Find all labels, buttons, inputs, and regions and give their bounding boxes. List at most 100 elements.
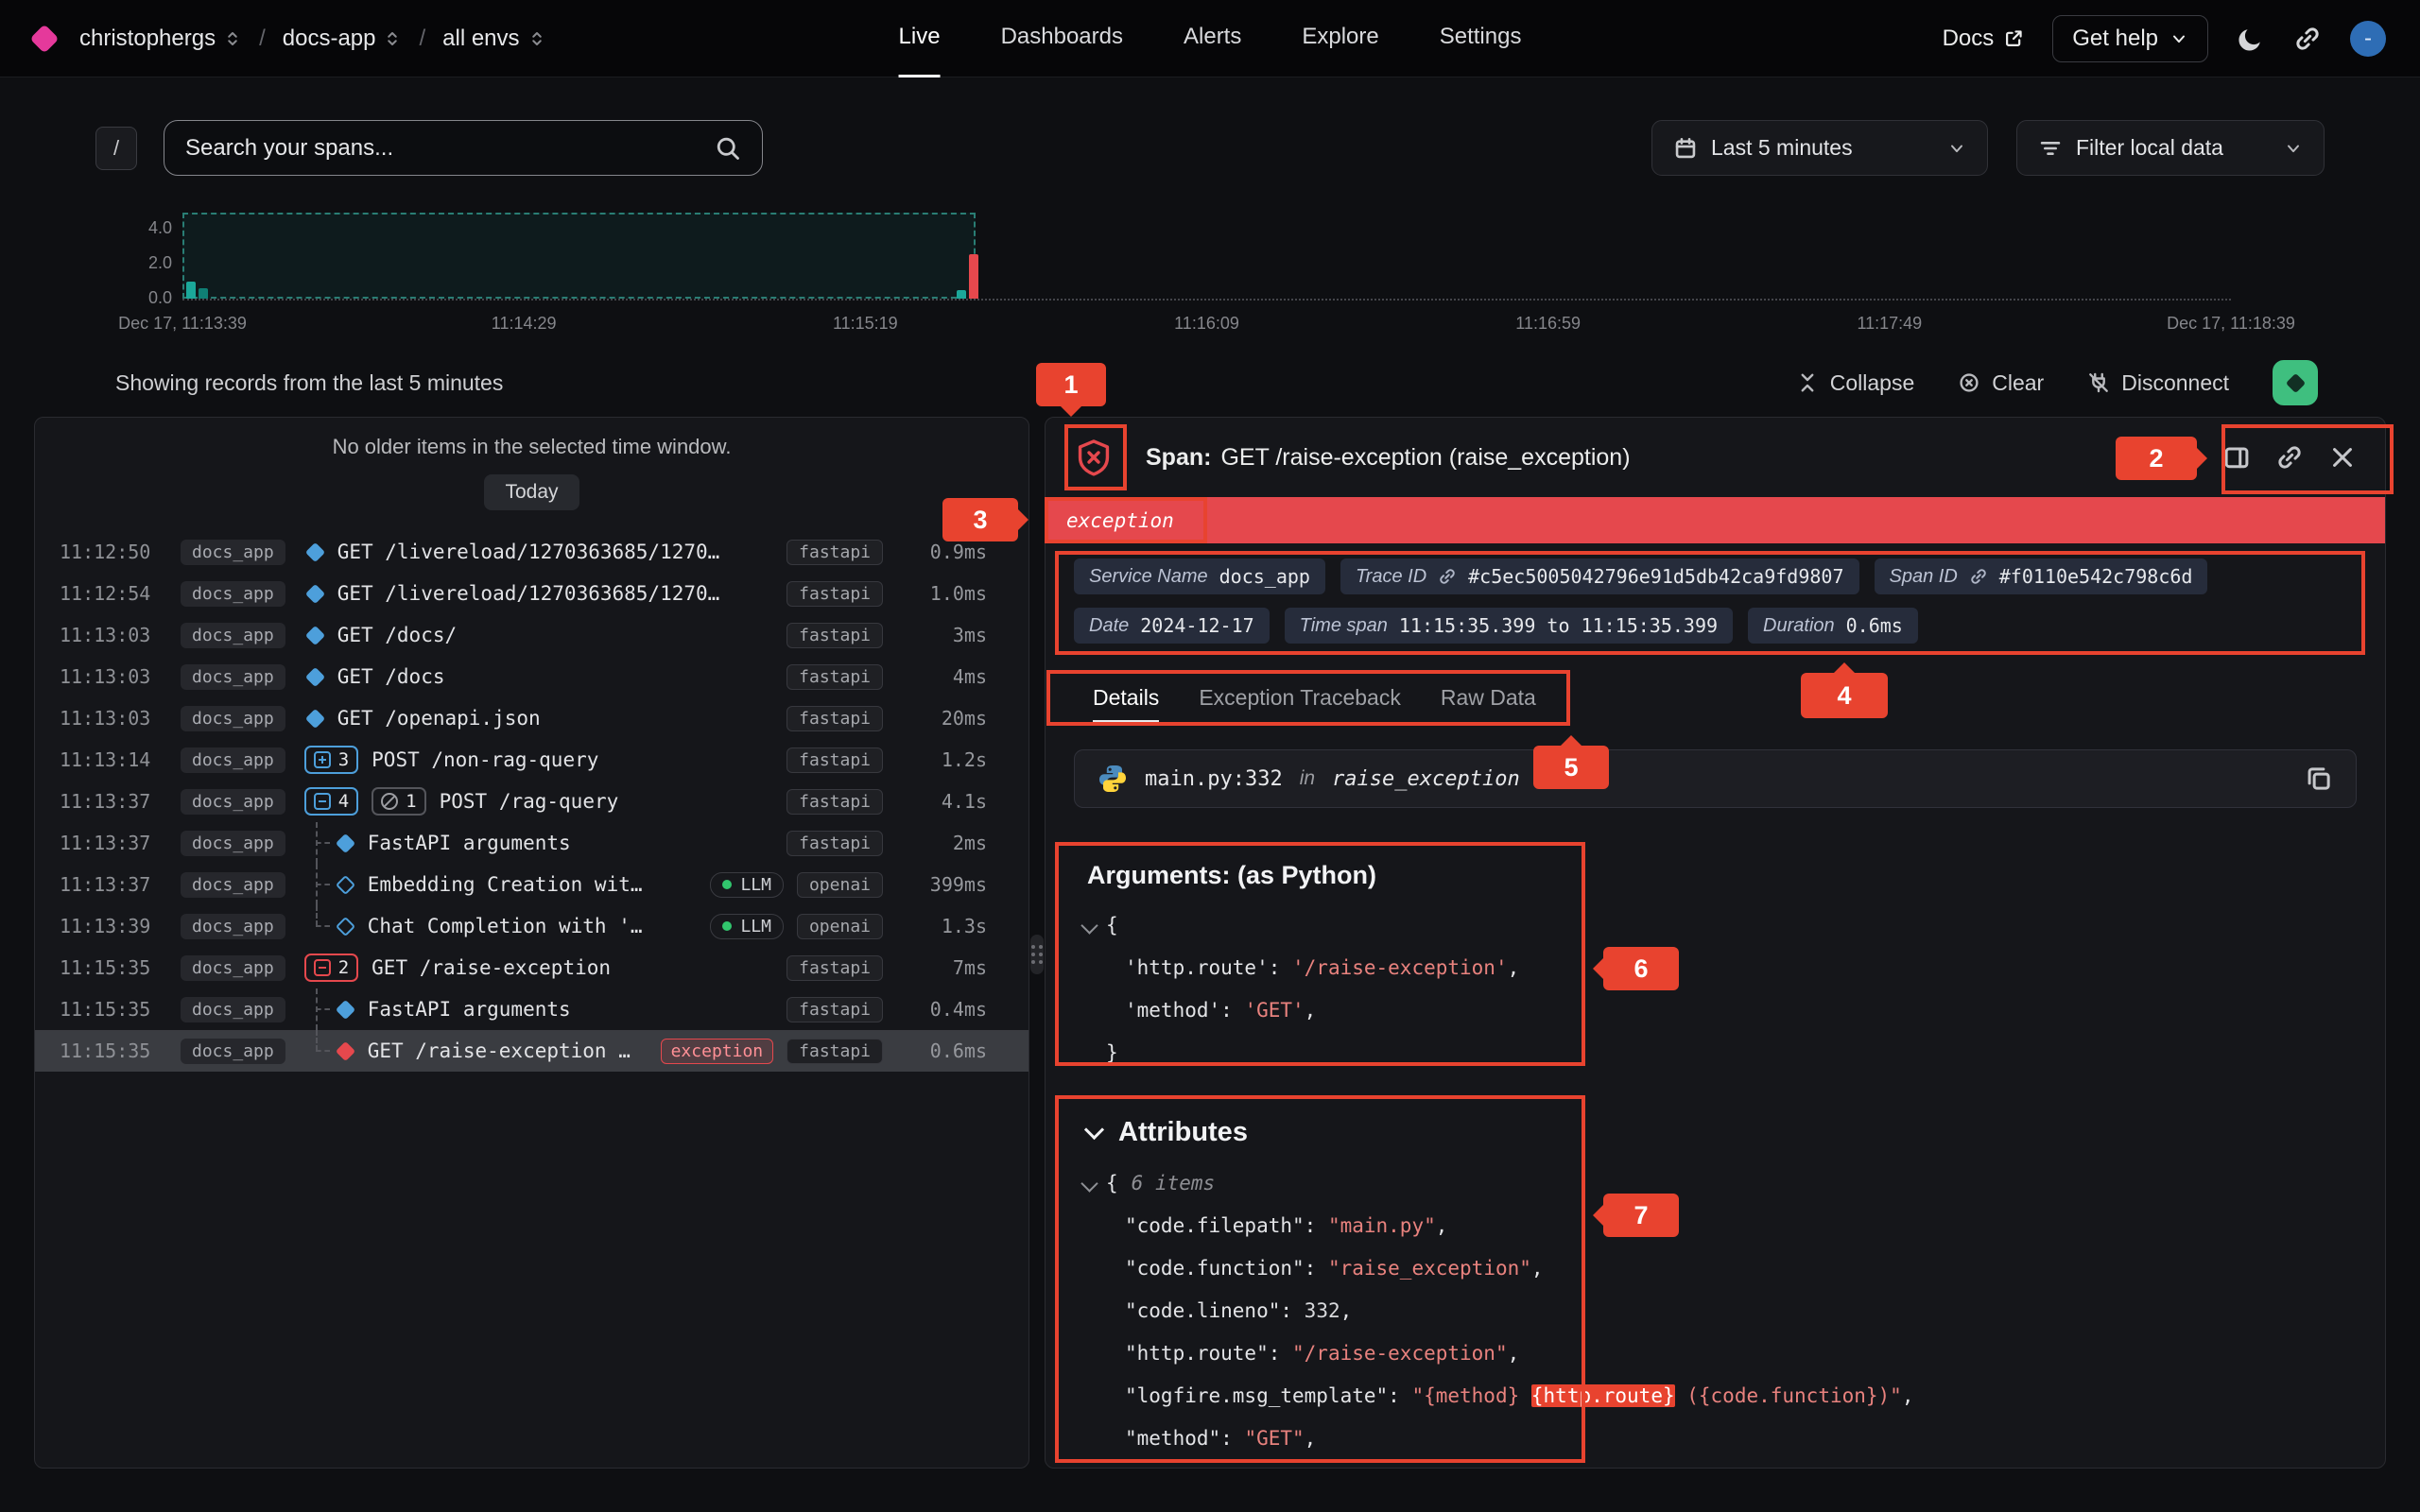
service-badge: docs_app [181, 540, 285, 565]
time-selection-window[interactable] [182, 213, 976, 299]
dark-mode-toggle-icon[interactable] [2237, 25, 2265, 53]
project-switcher[interactable]: docs-app [283, 26, 403, 52]
date-chip[interactable]: Today [484, 474, 579, 510]
copy-link-icon[interactable] [2275, 443, 2304, 472]
duration: 4ms [896, 665, 987, 688]
timestamp: 11:12:54 [60, 582, 181, 605]
timestamp: 11:15:35 [60, 1040, 181, 1062]
collapse-caret-icon[interactable] [1080, 917, 1098, 934]
filter-local-data-button[interactable]: Filter local data [2016, 120, 2325, 176]
time-range-button[interactable]: Last 5 minutes [1651, 120, 1988, 176]
close-icon[interactable] [2328, 443, 2357, 472]
trace-row[interactable]: 11:15:35 docs_app 2 GET /raise-exception… [35, 947, 1028, 988]
chart-bar [969, 254, 978, 299]
trace-row[interactable]: 11:13:37 docs_app Embedding Creation wit… [35, 864, 1028, 905]
tab-exception-traceback[interactable]: Exception Traceback [1199, 685, 1401, 723]
span-id-pill[interactable]: Span ID#f0110e542c798c6d [1875, 558, 2208, 594]
scope-badge: openai [797, 914, 883, 939]
span-name: POST /rag-query [440, 790, 619, 813]
scope-badge: fastapi [786, 623, 883, 648]
panel-resize-handle[interactable] [1030, 935, 1044, 974]
child-count: 4 [338, 791, 349, 812]
hidden-spans-badge[interactable]: 1 [372, 787, 425, 816]
user-avatar[interactable]: - [2350, 21, 2386, 57]
span-title: Span:GET /raise-exception (raise_excepti… [1146, 444, 1631, 472]
tab-alerts[interactable]: Alerts [1184, 0, 1241, 77]
breadcrumb-separator: / [259, 26, 266, 52]
trace-row[interactable]: 11:13:14 docs_app 3 POST /non-rag-query … [35, 739, 1028, 781]
trace-row[interactable]: 11:13:03 docs_app GET /docs fastapi4ms [35, 656, 1028, 697]
tab-dashboards[interactable]: Dashboards [1001, 0, 1123, 77]
tree-last-connector [304, 905, 335, 947]
trace-id-pill[interactable]: Trace ID#c5ec5005042796e91d5db42ca9fd980… [1340, 558, 1859, 594]
collapse-caret-icon[interactable] [1080, 1175, 1098, 1192]
trace-row[interactable]: 11:13:39 docs_app Chat Completion with '… [35, 905, 1028, 947]
expand-children-button[interactable]: 3 [304, 746, 358, 774]
python-icon [1098, 764, 1128, 794]
collapse-button[interactable]: Collapse [1796, 370, 1915, 396]
highlighted-template-param: {http.route} [1531, 1384, 1675, 1407]
trace-row[interactable]: 11:12:54 docs_app GET /livereload/127036… [35, 573, 1028, 614]
item-count-note: 6 items [1132, 1172, 1216, 1194]
live-indicator-button[interactable] [2273, 360, 2318, 405]
trace-row[interactable]: 11:15:35 docs_app FastAPI arguments fast… [35, 988, 1028, 1030]
duration-pill: Duration0.6ms [1748, 608, 1918, 644]
attributes-section-toggle[interactable]: Attributes [1087, 1117, 2385, 1148]
code-file-line: main.py:332 [1145, 767, 1283, 791]
service-badge: docs_app [181, 789, 285, 815]
slash-shortcut-key: / [95, 127, 137, 170]
x-axis-tick: 11:16:09 [1174, 314, 1239, 334]
timeline-plot[interactable] [182, 213, 2231, 301]
trace-row[interactable]: 11:13:37 docs_app 4 1 POST /rag-query fa… [35, 781, 1028, 822]
docs-link[interactable]: Docs [1943, 26, 2025, 52]
expand-icon [314, 751, 331, 768]
collapse-icon [1796, 371, 1819, 394]
tab-explore[interactable]: Explore [1302, 0, 1378, 77]
copy-icon[interactable] [2305, 765, 2333, 793]
x-axis-tick: 11:14:29 [492, 314, 557, 334]
y-axis-tick: 2.0 [113, 253, 172, 273]
service-badge: docs_app [181, 623, 285, 648]
span-diamond-outline-icon [336, 916, 355, 936]
duration: 20ms [896, 707, 987, 730]
clear-button[interactable]: Clear [1958, 370, 2044, 396]
trace-row[interactable]: 11:13:03 docs_app GET /docs/ fastapi3ms [35, 614, 1028, 656]
tab-raw-data[interactable]: Raw Data [1441, 685, 1536, 723]
collapse-children-button[interactable]: 2 [304, 954, 358, 982]
env-switcher[interactable]: all envs [442, 26, 545, 52]
main-nav-tabs: Live Dashboards Alerts Explore Settings [899, 0, 1522, 77]
timestamp: 11:13:14 [60, 748, 181, 771]
arguments-code: { 'http.route': '/raise-exception', 'met… [1087, 903, 2385, 1074]
tree-branch-connector [304, 864, 335, 905]
chart-bar [957, 290, 966, 299]
chevron-up-down-icon [383, 29, 402, 48]
collapse-children-button[interactable]: 4 [304, 787, 358, 816]
share-link-icon[interactable] [2293, 25, 2322, 53]
tab-details[interactable]: Details [1093, 685, 1159, 723]
span-diamond-icon [305, 625, 325, 644]
duration: 3ms [896, 624, 987, 646]
trace-row[interactable]: 11:13:03 docs_app GET /openapi.json fast… [35, 697, 1028, 739]
scope-badge: fastapi [786, 1039, 883, 1064]
trace-row[interactable]: 11:12:50 docs_app GET /livereload/127036… [35, 531, 1028, 573]
trace-row[interactable]: 11:13:37 docs_app FastAPI arguments fast… [35, 822, 1028, 864]
logfire-logo-icon[interactable] [29, 24, 59, 53]
duration: 1.3s [896, 915, 987, 937]
top-nav: christophergs / docs-app / all envs Live… [0, 0, 2420, 77]
span-diamond-icon [305, 583, 325, 603]
trace-row-selected[interactable]: 11:15:35 docs_app GET /raise-exception …… [35, 1030, 1028, 1072]
span-name: FastAPI arguments [368, 998, 571, 1021]
x-axis-tick: 11:17:49 [1857, 314, 1922, 334]
open-in-panel-icon[interactable] [2222, 443, 2251, 472]
org-switcher[interactable]: christophergs [79, 26, 242, 52]
duration: 0.9ms [896, 541, 987, 563]
service-badge: docs_app [181, 872, 285, 898]
tab-settings[interactable]: Settings [1440, 0, 1522, 77]
tab-live[interactable]: Live [899, 0, 941, 77]
span-name: FastAPI arguments [368, 832, 571, 854]
disconnect-button[interactable]: Disconnect [2087, 370, 2229, 396]
get-help-button[interactable]: Get help [2052, 15, 2208, 62]
search-input[interactable] [185, 135, 715, 162]
green-dot-icon [722, 880, 732, 889]
search-icon [715, 135, 741, 162]
